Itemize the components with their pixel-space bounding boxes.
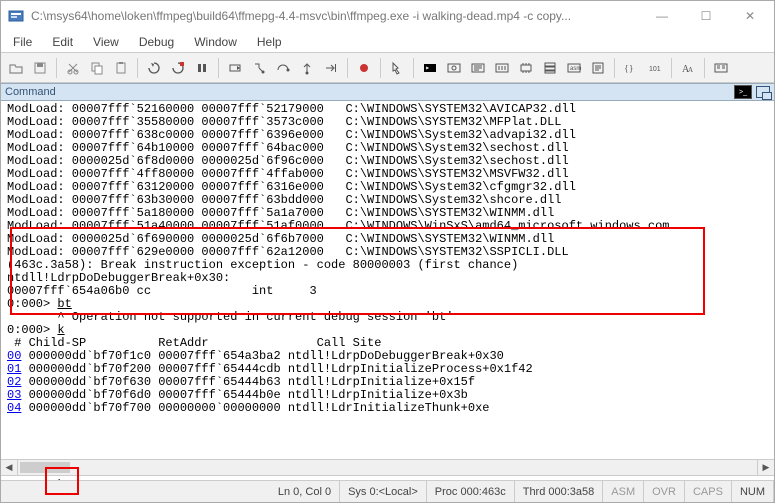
status-bar: Ln 0, Col 0 Sys 0:<Local> Proc 000:463c …: [1, 480, 774, 502]
stack-frame-link[interactable]: 01: [7, 362, 21, 376]
minimize-button[interactable]: —: [640, 2, 684, 30]
command-pane-caption: Command >_: [1, 83, 774, 101]
disasm-window-icon[interactable]: asm: [563, 57, 585, 79]
menu-edit[interactable]: Edit: [42, 32, 83, 52]
menu-window[interactable]: Window: [184, 32, 247, 52]
run-cursor-icon[interactable]: [386, 57, 408, 79]
paste-icon[interactable]: [110, 57, 132, 79]
svg-text:101: 101: [649, 66, 661, 73]
status-ovr: OVR: [644, 481, 685, 502]
locals-window-icon[interactable]: [467, 57, 489, 79]
window-title: C:\msys64\home\loken\ffmpeg\build64\ffme…: [31, 9, 640, 23]
status-asm: ASM: [603, 481, 644, 502]
open-icon[interactable]: [5, 57, 27, 79]
options-icon[interactable]: [710, 57, 732, 79]
step-into-icon[interactable]: [248, 57, 270, 79]
close-window-button[interactable]: ✕: [728, 2, 772, 30]
stack-frame-link[interactable]: 00: [7, 349, 21, 363]
menu-help[interactable]: Help: [247, 32, 292, 52]
svg-text:{ }: { }: [625, 64, 633, 73]
scroll-left-icon[interactable]: ◀: [1, 460, 18, 475]
menu-bar: File Edit View Debug Window Help: [1, 31, 774, 53]
app-icon: [7, 7, 25, 25]
title-bar: C:\msys64\home\loken\ffmpeg\build64\ffme…: [1, 1, 774, 31]
command-window-icon[interactable]: [419, 57, 441, 79]
status-thrd[interactable]: Thrd 000:3a58: [515, 481, 604, 502]
toolbar: asm { } 101 AA: [1, 53, 774, 83]
stack-frame-link[interactable]: 02: [7, 375, 21, 389]
status-lncol: Ln 0, Col 0: [270, 481, 340, 502]
font-icon[interactable]: AA: [677, 57, 699, 79]
scroll-thumb[interactable]: [20, 462, 70, 473]
scroll-track[interactable]: [72, 460, 757, 475]
scroll-right-icon[interactable]: ▶: [757, 460, 774, 475]
svg-text:A: A: [688, 66, 693, 74]
restore-pane-icon[interactable]: [756, 86, 770, 98]
break-icon[interactable]: [191, 57, 213, 79]
status-num: NUM: [732, 481, 774, 502]
maximize-button[interactable]: ☐: [684, 2, 728, 30]
command-pane-icon[interactable]: >_: [734, 85, 752, 99]
restart-icon[interactable]: [143, 57, 165, 79]
callstack-window-icon[interactable]: [539, 57, 561, 79]
console-output[interactable]: ModLoad: 00007fff`52160000 00007fff`5217…: [1, 101, 774, 459]
binary-mode-icon[interactable]: 101: [644, 57, 666, 79]
status-caps: CAPS: [685, 481, 732, 502]
watch-window-icon[interactable]: [443, 57, 465, 79]
breakpoints-icon[interactable]: [353, 57, 375, 79]
scratch-window-icon[interactable]: [587, 57, 609, 79]
step-over-icon[interactable]: [272, 57, 294, 79]
cut-icon[interactable]: [62, 57, 84, 79]
menu-debug[interactable]: Debug: [129, 32, 184, 52]
copy-icon[interactable]: [86, 57, 108, 79]
svg-text:asm: asm: [570, 66, 581, 72]
menu-file[interactable]: File: [3, 32, 42, 52]
stack-frame-link[interactable]: 04: [7, 401, 21, 415]
registers-window-icon[interactable]: [491, 57, 513, 79]
step-out-icon[interactable]: [296, 57, 318, 79]
stop-debugging-icon[interactable]: [167, 57, 189, 79]
menu-view[interactable]: View: [83, 32, 129, 52]
status-sys[interactable]: Sys 0:<Local>: [340, 481, 427, 502]
status-proc[interactable]: Proc 000:463c: [427, 481, 515, 502]
run-to-cursor-icon[interactable]: [320, 57, 342, 79]
memory-window-icon[interactable]: [515, 57, 537, 79]
command-pane-label: Command: [5, 86, 56, 98]
save-icon[interactable]: [29, 57, 51, 79]
go-icon[interactable]: [224, 57, 246, 79]
stack-frame-link[interactable]: 03: [7, 388, 21, 402]
hscrollbar[interactable]: ◀ ▶: [1, 459, 774, 476]
source-mode-icon[interactable]: { }: [620, 57, 642, 79]
